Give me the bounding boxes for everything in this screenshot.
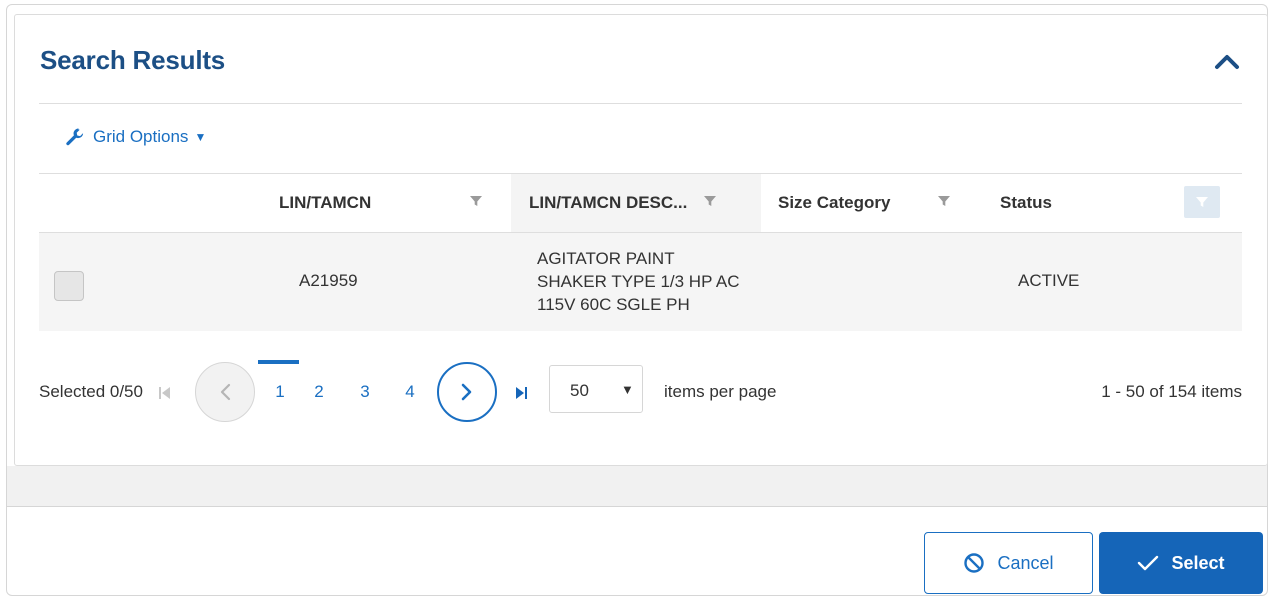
title-divider [39, 103, 1242, 104]
items-per-page-label: items per page [664, 382, 777, 401]
selected-count: Selected 0/50 [39, 382, 143, 401]
column-header-lin-desc[interactable]: LIN/TAMCN DESC... [511, 174, 761, 232]
column-label: Size Category [778, 193, 891, 212]
active-page-indicator [258, 360, 299, 364]
collapse-button[interactable] [1211, 47, 1243, 75]
previous-page-button[interactable] [195, 362, 255, 422]
desc-line: SHAKER TYPE 1/3 HP AC [537, 272, 740, 291]
cancel-circle-icon [964, 553, 985, 573]
panel-title: Search Results [40, 45, 226, 75]
page-size-select[interactable]: 50 ▼ [549, 365, 643, 413]
page-1[interactable]: 1 [267, 382, 293, 402]
column-header-status[interactable]: Status [981, 174, 1161, 232]
desc-line: 115V 60C SGLE PH [537, 295, 690, 314]
grid-options-label: Grid Options [93, 127, 189, 146]
item-range-label: 1 - 50 of 154 items [1101, 382, 1242, 401]
page-size-value: 50 [570, 381, 589, 400]
page-2[interactable]: 2 [306, 382, 332, 402]
select-label: Select [1171, 552, 1225, 573]
page-3[interactable]: 3 [352, 382, 378, 402]
search-results-panel: Search Results Grid Options ▼ LIN/TAMCN … [14, 14, 1268, 466]
first-page-icon[interactable] [157, 384, 173, 402]
wrench-icon [66, 128, 84, 146]
checkmark-icon [1138, 555, 1159, 571]
column-label: LIN/TAMCN DESC... [529, 193, 688, 212]
footer-separator-band [7, 466, 1267, 507]
chevron-up-icon [1215, 55, 1239, 69]
filter-icon[interactable] [703, 194, 717, 208]
desc-line: AGITATOR PAINT [537, 249, 675, 268]
cell-lin-desc: AGITATOR PAINT SHAKER TYPE 1/3 HP AC 115… [537, 247, 740, 316]
chevron-left-icon [220, 383, 231, 401]
row-checkbox[interactable] [54, 271, 84, 301]
grid-options-menu[interactable]: Grid Options ▼ [65, 127, 206, 147]
column-label: LIN/TAMCN [279, 193, 372, 212]
grid-header: LIN/TAMCN LIN/TAMCN DESC... Size Categor… [39, 174, 1242, 232]
table-row[interactable]: A21959 AGITATOR PAINT SHAKER TYPE 1/3 HP… [39, 233, 1242, 331]
chevron-right-icon [461, 383, 472, 401]
cell-status: ACTIVE [1018, 271, 1080, 290]
select-button[interactable]: Select [1099, 532, 1263, 594]
last-page-icon[interactable] [513, 384, 529, 402]
caret-down-icon: ▼ [194, 130, 207, 144]
caret-down-icon: ▼ [621, 382, 634, 397]
cancel-button[interactable]: Cancel [924, 532, 1093, 594]
status-filter-button[interactable] [1184, 186, 1220, 218]
filter-icon [1196, 197, 1208, 207]
filter-icon[interactable] [469, 194, 483, 208]
pager: Selected 0/50 1 2 3 4 50 ▼ items per pag… [39, 360, 1242, 430]
page-4[interactable]: 4 [397, 382, 423, 402]
next-page-button[interactable] [437, 362, 497, 422]
cell-lin: A21959 [299, 271, 358, 290]
cancel-label: Cancel [997, 552, 1054, 573]
filter-icon[interactable] [937, 194, 951, 208]
column-label: Status [1000, 193, 1052, 212]
